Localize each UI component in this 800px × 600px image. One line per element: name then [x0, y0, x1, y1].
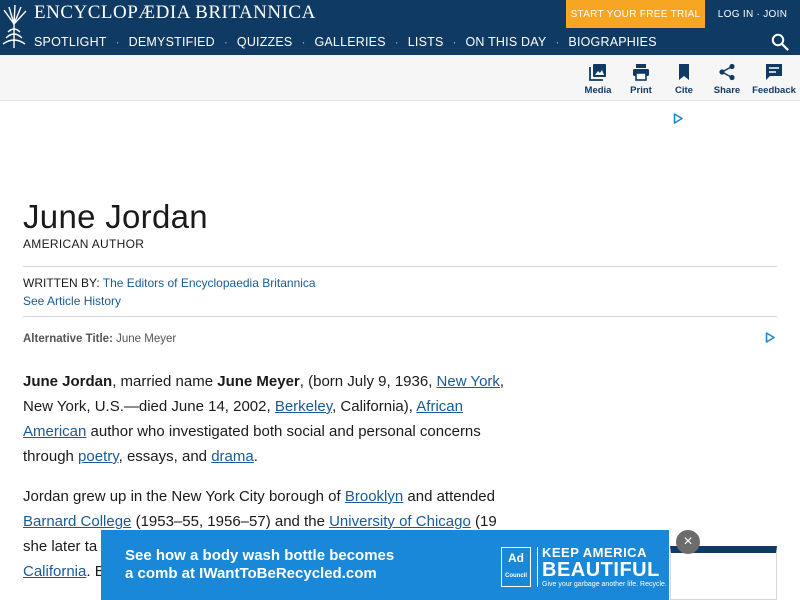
author-link[interactable]: The Editors of Encyclopaedia Britannica [103, 276, 316, 290]
cite-label: Cite [675, 85, 693, 96]
text: . [253, 448, 258, 465]
link-university-of-chicago[interactable]: University of Chicago [329, 513, 471, 530]
link-barnard-college[interactable]: Barnard College [23, 513, 131, 530]
article-toolbar: Media Print Cite Share Feedback [0, 55, 800, 101]
brand-name[interactable]: ENCYCLOPÆDIA BRITANNICA [34, 2, 316, 24]
ad-logo-bottom: Council [505, 573, 527, 579]
article-history-link[interactable]: See Article History [23, 294, 121, 308]
feedback-label: Feedback [752, 85, 796, 96]
ad-text: See how a body wash bottle becomes a com… [125, 547, 394, 583]
site-header: ENCYCLOPÆDIA BRITANNICA START YOUR FREE … [0, 0, 800, 55]
text: she later ta [23, 538, 98, 555]
nav-quizzes[interactable]: QUIZZES [237, 35, 293, 49]
alternative-title-label: Alternative Title: [23, 333, 113, 345]
close-ad-button[interactable]: × [676, 530, 700, 554]
text: (1953–55, 1956–57) and the [131, 513, 330, 530]
share-icon [719, 63, 735, 81]
ad-headline: KEEP AMERICA BEAUTIFUL Give your garbage… [542, 546, 667, 589]
text: , (born July 9, 1936, [299, 373, 437, 390]
nav-separator: · [115, 34, 120, 49]
link-brooklyn[interactable]: Brooklyn [345, 488, 403, 505]
adchoices-icon[interactable] [765, 332, 775, 343]
alternative-title-value: June Meyer [116, 333, 177, 345]
main-nav: SPOTLIGHT · DEMYSTIFIED · QUIZZES · GALL… [34, 28, 657, 55]
text: (19 [470, 513, 497, 530]
ad-tagline: Give your garbage another life. Recycle. [542, 581, 667, 588]
ad-line: See how a body wash bottle becomes [125, 547, 395, 564]
link-drama[interactable]: drama [211, 448, 254, 465]
nav-separator: · [394, 34, 399, 49]
article-subtitle: AMERICAN AUTHOR [23, 237, 145, 251]
link-california[interactable]: California [23, 563, 86, 580]
nav-separator: · [555, 34, 560, 49]
bookmark-icon [679, 64, 689, 80]
divider [23, 316, 777, 317]
text: , essays, and [118, 448, 212, 465]
nav-separator: · [301, 34, 306, 49]
nav-demystified[interactable]: DEMYSTIFIED [129, 35, 215, 49]
ad-council-logo: Ad Council [501, 547, 531, 587]
nav-on-this-day[interactable]: ON THIS DAY [466, 35, 547, 49]
written-by-label: WRITTEN BY: [23, 276, 100, 290]
print-icon [633, 64, 649, 81]
nav-separator: · [223, 34, 228, 49]
ad-headline-1: KEEP AMERICA [542, 545, 647, 560]
media-icon [589, 64, 606, 81]
nav-biographies[interactable]: BIOGRAPHIES [568, 35, 656, 49]
adchoices-icon[interactable] [673, 113, 683, 124]
nav-separator: · [452, 34, 457, 49]
bold-name: June Jordan [23, 373, 113, 390]
share-button[interactable]: Share [702, 63, 752, 96]
recycling-ad-banner[interactable]: See how a body wash bottle becomes a com… [101, 530, 669, 600]
text: , California), [332, 398, 417, 415]
sidebar-panel [670, 546, 777, 600]
print-label: Print [630, 85, 652, 96]
ad-line: a comb at IWantToBeRecycled.com [125, 565, 377, 582]
nav-spotlight[interactable]: SPOTLIGHT [34, 35, 107, 49]
free-trial-button[interactable]: START YOUR FREE TRIAL [566, 0, 705, 28]
share-label: Share [713, 85, 741, 96]
search-icon[interactable] [771, 33, 789, 51]
britannica-thistle-logo[interactable] [0, 2, 30, 52]
article-title: June Jordan [23, 198, 208, 235]
article-paragraph: June Jordan, married name June Meyer, (b… [23, 369, 518, 469]
bold-name: June Meyer [217, 373, 300, 390]
nav-lists[interactable]: LISTS [408, 35, 444, 49]
link-berkeley[interactable]: Berkeley [275, 398, 332, 415]
divider [23, 266, 777, 267]
ad-divider [537, 547, 538, 587]
login-join-link[interactable]: LOG IN · JOIN [705, 0, 800, 28]
feedback-icon [766, 64, 782, 80]
media-label: Media [584, 85, 612, 96]
text: Jordan grew up in the New York City boro… [23, 488, 345, 505]
link-new-york[interactable]: New York [437, 373, 500, 390]
text: and attended [403, 488, 495, 505]
nav-galleries[interactable]: GALLERIES [314, 35, 385, 49]
alternative-title: Alternative Title: June Meyer [23, 333, 176, 345]
text: , married name [112, 373, 218, 390]
ad-headline-2: BEAUTIFUL [542, 559, 660, 581]
ad-logo-top: Ad [508, 551, 524, 565]
link-poetry[interactable]: poetry [78, 448, 119, 465]
feedback-button[interactable]: Feedback [749, 63, 799, 96]
written-by: WRITTEN BY: The Editors of Encyclopaedia… [23, 276, 316, 290]
